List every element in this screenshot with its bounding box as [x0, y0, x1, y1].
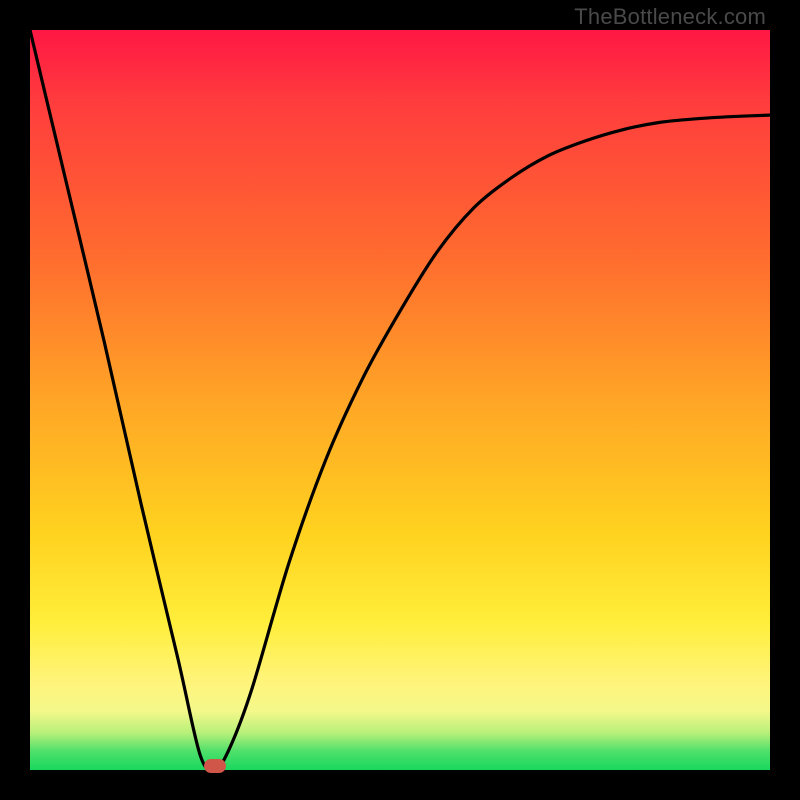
optimal-point-marker	[204, 759, 226, 773]
bottleneck-curve	[30, 30, 770, 770]
chart-frame	[30, 30, 770, 770]
watermark-text: TheBottleneck.com	[574, 4, 766, 30]
